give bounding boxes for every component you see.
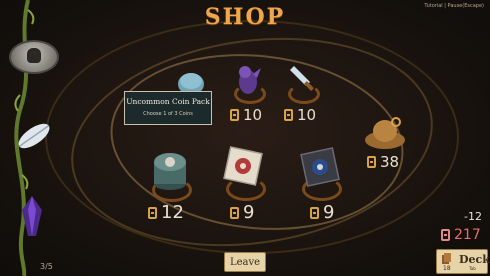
dagger-icon (290, 66, 314, 91)
skull-relic-icon[interactable] (9, 40, 59, 74)
shop-item[interactable] (148, 148, 192, 202)
coin-stack-icon (154, 153, 186, 190)
hat-icon (365, 117, 405, 149)
shop-title: SHOP (204, 4, 286, 30)
price-value: 9 (243, 202, 255, 223)
blue-pack-icon (300, 147, 340, 187)
coin-icon (148, 206, 157, 219)
price-value: 38 (380, 153, 400, 171)
coin-icon (230, 206, 239, 219)
purple-creature-icon (239, 66, 261, 94)
leave-button[interactable]: Leave (224, 252, 266, 272)
price-value: 10 (297, 106, 317, 124)
shop-item[interactable] (296, 145, 344, 201)
pause-hint[interactable]: Tutorial | Pause(Escape) (424, 3, 484, 9)
price-value: 10 (243, 106, 263, 124)
relic-page-indicator: 3/5 (40, 262, 53, 271)
shop-item[interactable] (364, 116, 406, 152)
item-tooltip: Uncommon Coin Pack Choose 1 of 3 Coins (124, 91, 212, 125)
tooltip-title: Uncommon Coin Pack (126, 97, 210, 106)
tooltip-subtitle: Choose 1 of 3 Coins (143, 111, 193, 117)
price-value: 12 (161, 202, 184, 223)
shop-item[interactable] (220, 145, 266, 201)
item-price: 12 (148, 202, 184, 223)
deck-button[interactable]: Deck 18 Tab (436, 249, 490, 274)
deck-count: 18 (443, 265, 451, 272)
shop-screen: SHOP Tutorial | Pause(Escape) 3/5 Uncomm… (0, 0, 490, 276)
gold-counter: 217 (441, 227, 481, 243)
gold-change: -12 (464, 210, 482, 223)
gold-value: 217 (454, 227, 481, 243)
price-value: 9 (323, 202, 335, 223)
shop-item[interactable] (228, 62, 268, 106)
deck-icon (442, 253, 451, 264)
red-pack-icon (223, 146, 263, 186)
shop-item[interactable] (282, 64, 322, 104)
coin-icon (284, 109, 293, 121)
deck-hotkey: Tab (469, 266, 476, 271)
item-price: 10 (284, 106, 316, 124)
coin-icon (367, 156, 376, 168)
coin-icon (230, 109, 239, 121)
item-price: 9 (310, 202, 334, 223)
item-price: 9 (230, 202, 254, 223)
crystal-relic-icon[interactable] (22, 196, 42, 236)
item-price: 38 (367, 153, 399, 171)
coin-icon (441, 229, 450, 241)
deck-label: Deck (459, 253, 490, 266)
item-price: 10 (230, 106, 262, 124)
coin-icon (310, 206, 319, 219)
